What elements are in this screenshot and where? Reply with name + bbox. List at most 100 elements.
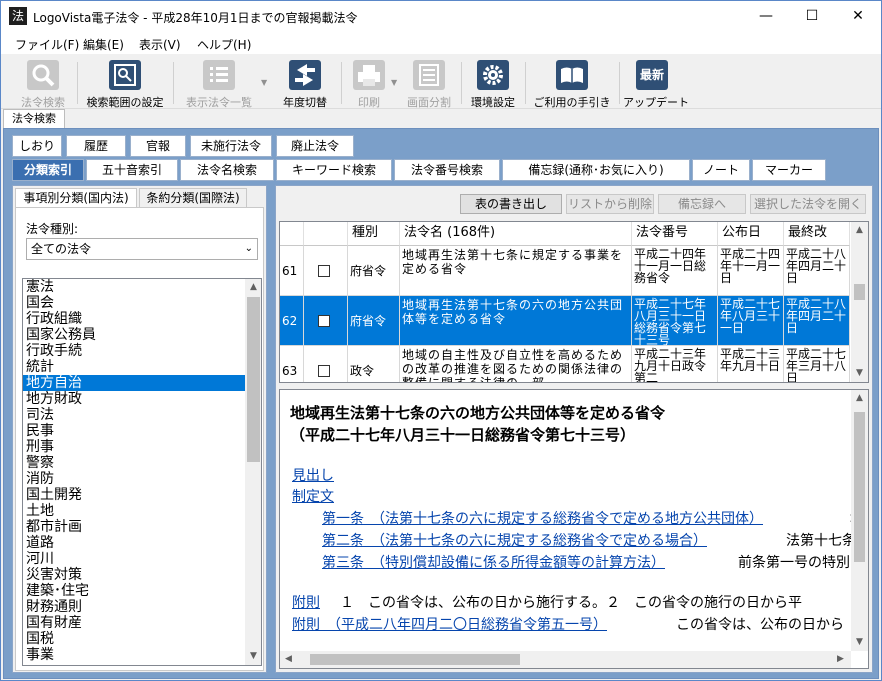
- scroll-right-icon[interactable]: ▶: [832, 651, 849, 668]
- category-item[interactable]: 土地: [23, 503, 245, 519]
- scroll-left-icon[interactable]: ◀: [280, 651, 297, 668]
- category-item[interactable]: 憲法: [23, 279, 245, 295]
- tab-bookmarks[interactable]: しおり: [12, 135, 62, 157]
- category-item[interactable]: 河川: [23, 551, 245, 567]
- add-to-memo-button[interactable]: 備忘録へ: [658, 194, 746, 214]
- category-item[interactable]: 事業: [23, 647, 245, 663]
- year-switch-button[interactable]: 年度切替: [275, 58, 335, 109]
- scroll-thumb[interactable]: [854, 412, 865, 562]
- displayed-law-list-button[interactable]: 表示法令一覧: [177, 58, 261, 109]
- tab-memo-favorites[interactable]: 備忘録(通称･お気に入り): [502, 159, 690, 181]
- scroll-down-icon[interactable]: ▼: [851, 634, 868, 651]
- tab-law-number-search[interactable]: 法令番号検索: [394, 159, 500, 181]
- document-hscrollbar[interactable]: ◀ ▶: [280, 651, 851, 668]
- close-button[interactable]: ✕: [835, 1, 881, 32]
- category-scrollbar[interactable]: ▲ ▼: [245, 279, 261, 665]
- chevron-down-icon: ⌄: [244, 243, 253, 254]
- category-item[interactable]: 建築･住宅: [23, 583, 245, 599]
- update-button[interactable]: 最新 アップデート: [623, 58, 689, 109]
- column-header-type[interactable]: 種別: [348, 222, 400, 246]
- tab-category-index[interactable]: 分類索引: [12, 159, 84, 181]
- menu-edit[interactable]: 編集(E): [83, 36, 124, 53]
- minimize-button[interactable]: —: [743, 1, 789, 32]
- category-item[interactable]: 民事: [23, 423, 245, 439]
- law-type-select[interactable]: 全ての法令 ⌄: [26, 238, 258, 260]
- category-item[interactable]: 刑事: [23, 439, 245, 455]
- category-item[interactable]: 国税: [23, 631, 245, 647]
- table-row[interactable]: 61 府省令 地域再生法第十七条に規定する事業を定める省令 平成二十四年十一月一日総務…: [280, 246, 850, 296]
- search-range-button[interactable]: 検索範囲の設定: [81, 58, 169, 109]
- tab-history[interactable]: 履歴: [66, 135, 126, 157]
- category-item[interactable]: 警察: [23, 455, 245, 471]
- table-scrollbar[interactable]: ▲ ▼: [851, 222, 868, 382]
- law-type-label: 法令種別:: [26, 222, 79, 236]
- scroll-thumb[interactable]: [854, 284, 865, 300]
- row-checkbox[interactable]: [318, 365, 330, 377]
- law-search-button[interactable]: 法令検索: [13, 58, 73, 109]
- scroll-thumb[interactable]: [247, 297, 260, 462]
- tab-treaty-classification[interactable]: 条約分類(国際法): [139, 188, 247, 208]
- tab-law-name-search[interactable]: 法令名検索: [180, 159, 274, 181]
- scroll-up-icon[interactable]: ▲: [245, 279, 261, 296]
- category-item[interactable]: 国家公務員: [23, 327, 245, 343]
- category-item[interactable]: 財務通則: [23, 599, 245, 615]
- category-item[interactable]: 行政組織: [23, 311, 245, 327]
- column-header-law-number[interactable]: 法令番号: [632, 222, 718, 246]
- scroll-up-icon[interactable]: ▲: [851, 222, 868, 239]
- dropdown-arrow-icon[interactable]: ▼: [261, 78, 267, 87]
- column-header-law-name[interactable]: 法令名 (168件): [400, 222, 632, 246]
- headline-link[interactable]: 見出し: [292, 465, 334, 485]
- scroll-down-icon[interactable]: ▼: [851, 365, 868, 382]
- table-row[interactable]: 62 府省令 地域再生法第十七条の六の地方公共団体等を定める省令 平成二十七年八月三十…: [280, 296, 850, 346]
- category-item[interactable]: 道路: [23, 535, 245, 551]
- doc-tab-law-search[interactable]: 法令検索: [3, 109, 65, 129]
- category-item[interactable]: 行政手続: [23, 343, 245, 359]
- document-vscrollbar[interactable]: ▲ ▼: [851, 390, 868, 651]
- article-2-link[interactable]: 第二条 （法第十七条の六に規定する総務省令で定める場合）: [322, 530, 707, 550]
- remove-from-list-button[interactable]: リストから削除: [566, 194, 654, 214]
- category-item[interactable]: 国有財産: [23, 615, 245, 631]
- category-item[interactable]: 消防: [23, 471, 245, 487]
- category-item[interactable]: 司法: [23, 407, 245, 423]
- column-header-last-revised[interactable]: 最終改: [784, 222, 850, 246]
- tab-keyword-search[interactable]: キーワード検索: [276, 159, 392, 181]
- category-item[interactable]: 地方自治: [23, 375, 245, 391]
- article-1-link[interactable]: 第一条 （法第十七条の六に規定する総務省令で定める地方公共団体）: [322, 508, 763, 528]
- menu-help[interactable]: ヘルプ(H): [197, 36, 251, 53]
- column-header-promulgation-date[interactable]: 公布日: [718, 222, 784, 246]
- split-screen-button[interactable]: 画面分割: [401, 58, 457, 109]
- scroll-thumb[interactable]: [310, 654, 520, 665]
- preamble-link[interactable]: 制定文: [292, 486, 334, 506]
- tab-gazette[interactable]: 官報: [130, 135, 186, 157]
- menu-view[interactable]: 表示(V): [139, 36, 181, 53]
- user-guide-button[interactable]: ご利用の手引き: [529, 58, 615, 109]
- table-row[interactable]: 63 政令 地域の自主性及び自立性を高めるための改革の推進を図るための関係法律の整備…: [280, 346, 850, 382]
- category-item[interactable]: 災害対策: [23, 567, 245, 583]
- category-list[interactable]: 憲法 国会 行政組織 国家公務員 行政手続 統計 地方自治 地方財政 司法 民事 刑事 警察 消防 国土開…: [22, 278, 262, 666]
- export-table-button[interactable]: 表の書き出し: [460, 194, 562, 214]
- article-3-link[interactable]: 第三条 （特別償却設備に係る所得金額等の計算方法）: [322, 552, 665, 572]
- tab-abolished-laws[interactable]: 廃止法令: [276, 135, 354, 157]
- maximize-button[interactable]: ☐: [789, 1, 835, 32]
- category-item[interactable]: 統計: [23, 359, 245, 375]
- scroll-down-icon[interactable]: ▼: [245, 648, 261, 665]
- print-button[interactable]: 印刷: [347, 58, 391, 109]
- dropdown-arrow-icon[interactable]: ▼: [391, 78, 397, 87]
- row-checkbox[interactable]: [318, 265, 330, 277]
- tab-notes[interactable]: ノート: [692, 159, 750, 181]
- open-selected-law-button[interactable]: 選択した法令を開く: [750, 194, 866, 214]
- tab-syllabary-index[interactable]: 五十音索引: [86, 159, 178, 181]
- category-item[interactable]: 地方財政: [23, 391, 245, 407]
- supplementary-link[interactable]: 附則: [292, 592, 320, 612]
- category-item[interactable]: 国会: [23, 295, 245, 311]
- category-item[interactable]: 国土開発: [23, 487, 245, 503]
- tab-unenforced-laws[interactable]: 未施行法令: [190, 135, 272, 157]
- category-item[interactable]: 都市計画: [23, 519, 245, 535]
- row-checkbox[interactable]: [318, 315, 330, 327]
- supplementary-2016-link[interactable]: 附則 （平成二八年四月二〇日総務省令第五一号）: [292, 614, 607, 634]
- settings-button[interactable]: 環境設定: [465, 58, 521, 109]
- tab-domestic-classification[interactable]: 事項別分類(国内法): [15, 188, 137, 208]
- tab-markers[interactable]: マーカー: [752, 159, 826, 181]
- menu-file[interactable]: ファイル(F): [15, 36, 79, 53]
- scroll-up-icon[interactable]: ▲: [851, 390, 868, 407]
